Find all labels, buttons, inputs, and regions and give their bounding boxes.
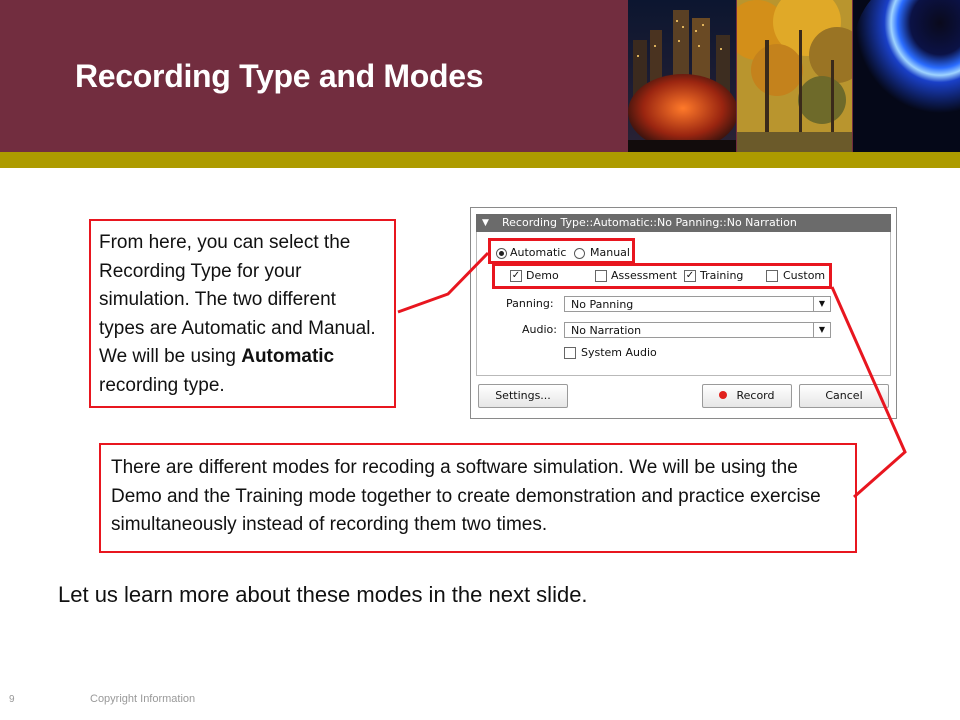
copyright-text: Copyright Information (90, 693, 196, 705)
page-number: 9 (9, 694, 15, 705)
recording-modes-callout: There are different modes for recoding a… (99, 443, 857, 553)
callout-connector-lines (397, 251, 907, 499)
next-slide-text: Let us learn more about these modes in t… (58, 582, 588, 607)
callout1-connector-line (397, 251, 490, 314)
